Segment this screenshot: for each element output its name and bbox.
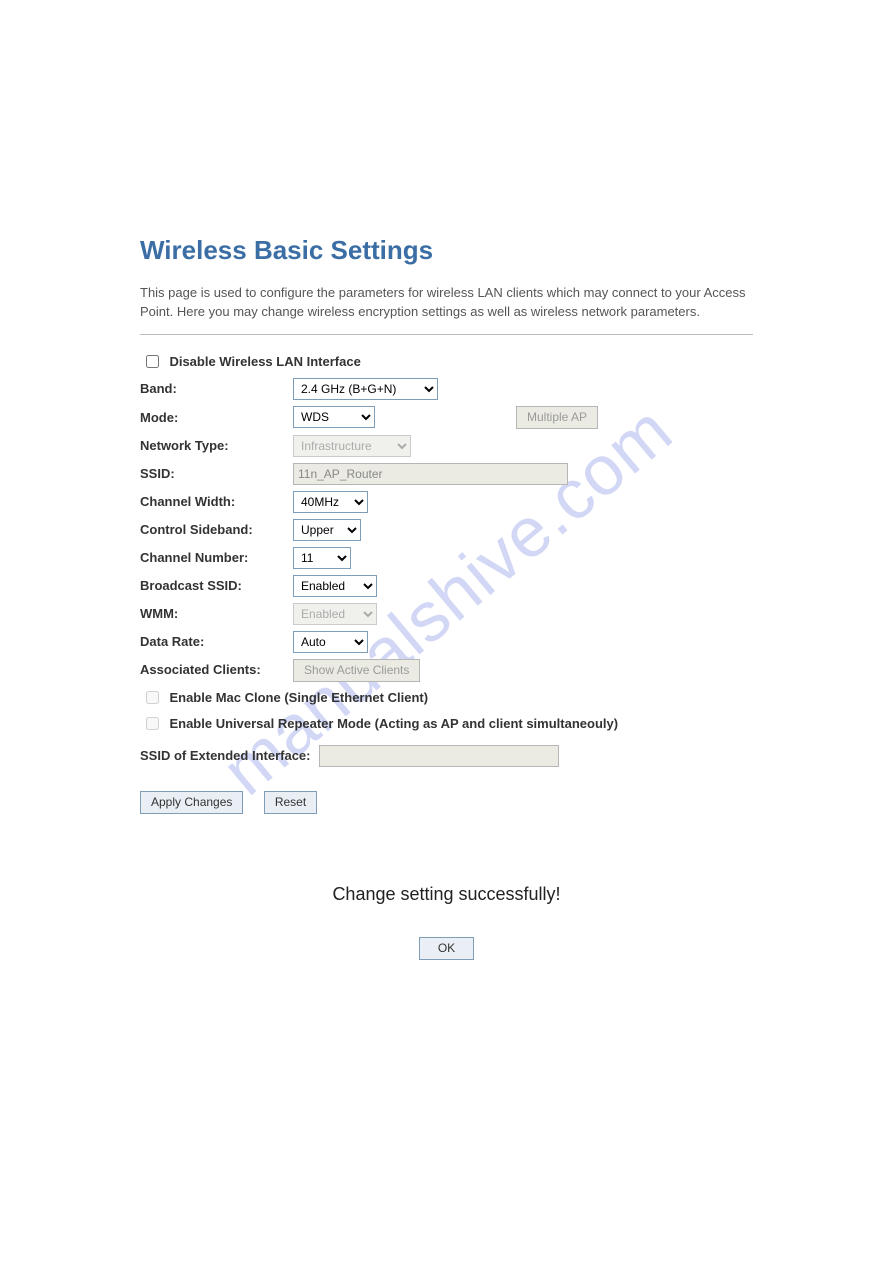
band-label: Band: — [140, 375, 293, 403]
page-description: This page is used to configure the param… — [140, 284, 753, 322]
success-box: Change setting successfully! OK — [140, 884, 753, 960]
ssid-ext-label: SSID of Extended Interface: — [140, 748, 310, 763]
wmm-select: Enabled — [293, 603, 377, 625]
ok-button[interactable]: OK — [419, 937, 474, 960]
settings-page: Wireless Basic Settings This page is use… — [0, 0, 893, 960]
disable-wlan-label: Disable Wireless LAN Interface — [169, 354, 360, 369]
reset-button[interactable]: Reset — [264, 791, 317, 814]
multiple-ap-button: Multiple AP — [516, 406, 598, 429]
channel-number-label: Channel Number: — [140, 544, 293, 572]
data-rate-select[interactable]: Auto — [293, 631, 368, 653]
show-active-clients-button: Show Active Clients — [293, 659, 420, 682]
control-sideband-select[interactable]: Upper — [293, 519, 361, 541]
network-type-label: Network Type: — [140, 432, 293, 460]
broadcast-ssid-select[interactable]: Enabled — [293, 575, 377, 597]
disable-wlan-checkbox[interactable] — [146, 355, 159, 368]
network-type-select: Infrastructure — [293, 435, 411, 457]
repeater-label: Enable Universal Repeater Mode (Acting a… — [169, 716, 618, 731]
mac-clone-label: Enable Mac Clone (Single Ethernet Client… — [169, 690, 428, 705]
ssid-label: SSID: — [140, 460, 293, 488]
settings-table: Band: 2.4 GHz (B+G+N) Mode: WDS Multiple… — [140, 375, 606, 685]
channel-width-label: Channel Width: — [140, 488, 293, 516]
divider — [140, 334, 753, 335]
repeater-checkbox — [146, 717, 159, 730]
mac-clone-checkbox — [146, 691, 159, 704]
channel-width-select[interactable]: 40MHz — [293, 491, 368, 513]
repeater-row: Enable Universal Repeater Mode (Acting a… — [140, 711, 660, 737]
assoc-clients-label: Associated Clients: — [140, 656, 293, 685]
success-message: Change setting successfully! — [140, 884, 753, 905]
wmm-label: WMM: — [140, 600, 293, 628]
control-sideband-label: Control Sideband: — [140, 516, 293, 544]
channel-number-select[interactable]: 11 — [293, 547, 351, 569]
band-select[interactable]: 2.4 GHz (B+G+N) — [293, 378, 438, 400]
disable-wlan-row: Disable Wireless LAN Interface — [140, 349, 753, 375]
ssid-ext-input — [319, 745, 559, 767]
ssid-ext-row: SSID of Extended Interface: — [140, 741, 753, 771]
mac-clone-row: Enable Mac Clone (Single Ethernet Client… — [140, 685, 753, 711]
mode-select[interactable]: WDS — [293, 406, 375, 428]
data-rate-label: Data Rate: — [140, 628, 293, 656]
action-bar: Apply Changes Reset — [140, 791, 753, 814]
apply-changes-button[interactable]: Apply Changes — [140, 791, 243, 814]
mode-label: Mode: — [140, 403, 293, 432]
ssid-input — [293, 463, 568, 485]
broadcast-ssid-label: Broadcast SSID: — [140, 572, 293, 600]
page-title: Wireless Basic Settings — [140, 235, 753, 266]
